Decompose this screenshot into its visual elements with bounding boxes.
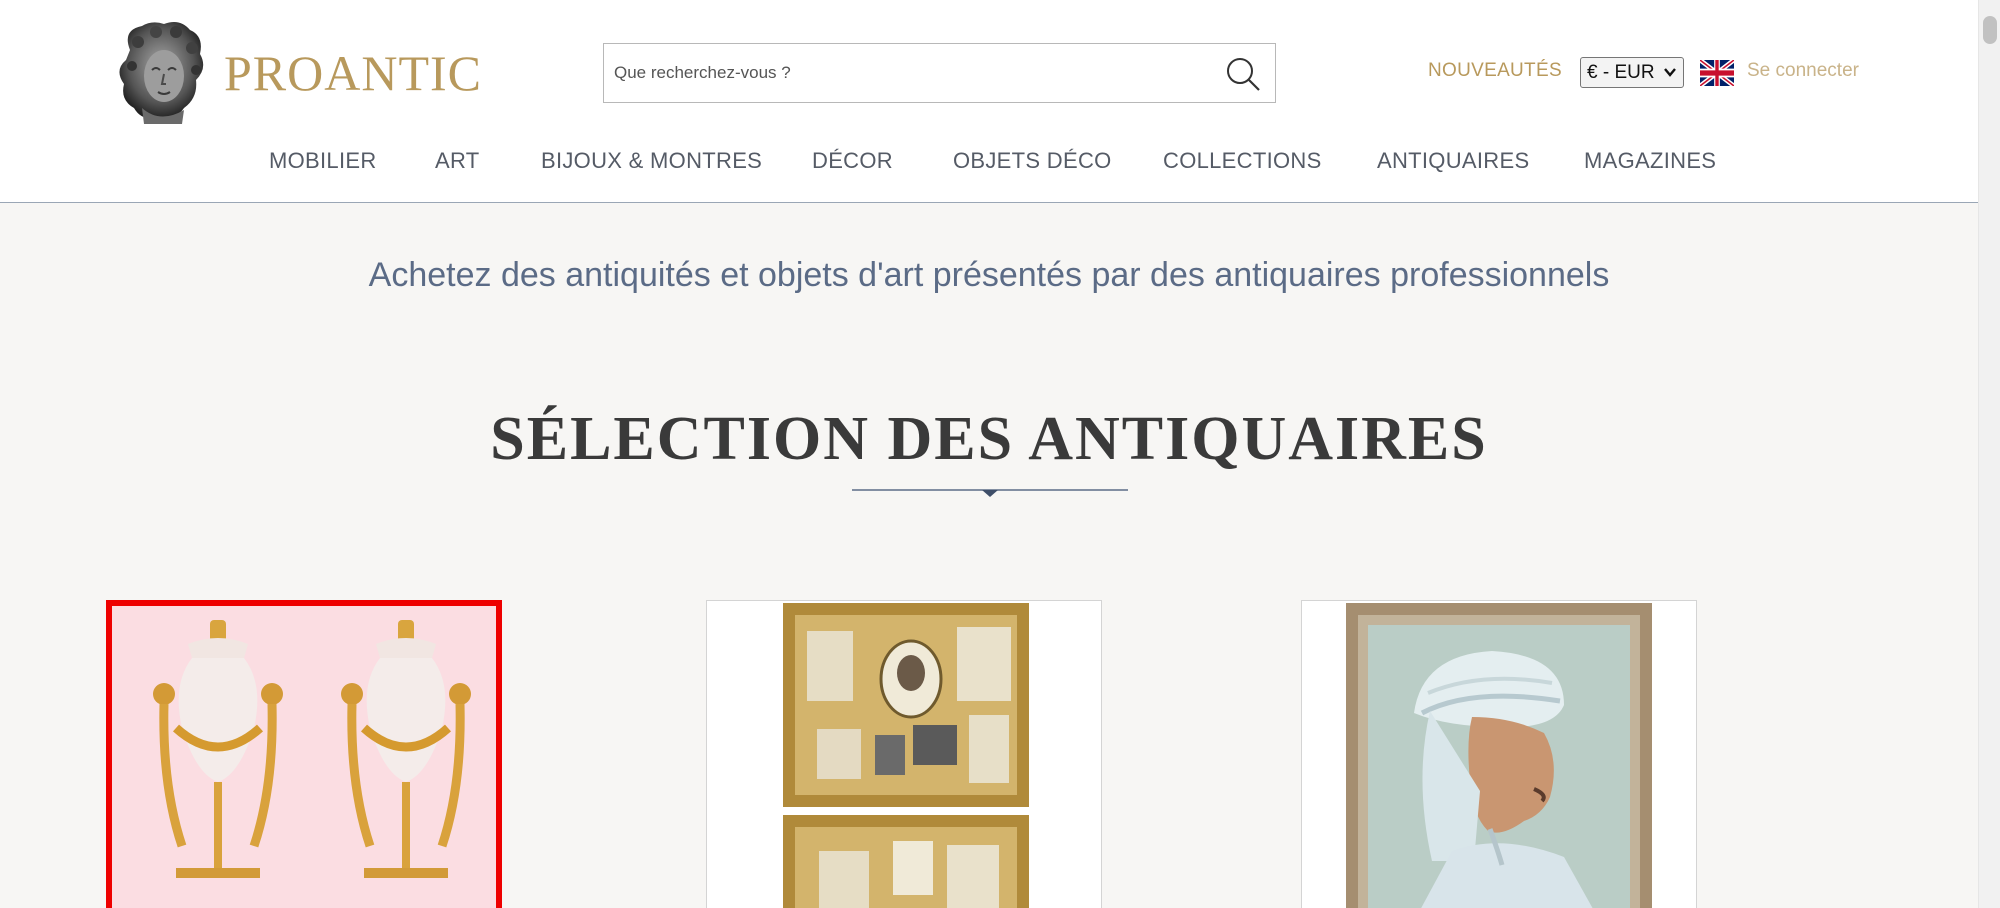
page-tagline: Achetez des antiquités et objets d'art p… [368,256,1610,294]
product-image [707,601,1101,908]
product-card-trompe-loeil[interactable] [706,600,1102,908]
nav-item-objets-deco[interactable]: OBJETS DÉCO [953,148,1112,174]
scrollbar-thumb[interactable] [1983,16,1997,44]
nav-item-collections[interactable]: COLLECTIONS [1163,148,1322,174]
main-nav: MOBILIER ART BIJOUX & MONTRES DÉCOR OBJE… [0,148,1978,178]
nav-item-bijoux-montres[interactable]: BIJOUX & MONTRES [541,148,762,174]
product-image [112,606,496,908]
search-box [603,43,1276,103]
product-image [1302,601,1696,908]
uk-flag-icon[interactable] [1700,60,1734,86]
currency-select-value: € - EUR [1587,61,1655,83]
logo-bust-icon[interactable] [112,20,208,124]
login-link[interactable]: Se connecter [1747,60,1859,82]
search-icon[interactable] [1223,54,1263,94]
search-input[interactable] [614,44,1194,102]
page-scrollbar[interactable] [1978,0,2000,908]
nav-item-antiquaires[interactable]: ANTIQUAIRES [1377,148,1529,174]
brand-wordmark[interactable]: PROANTIC [224,44,482,102]
nav-item-magazines[interactable]: MAGAZINES [1584,148,1716,174]
nav-item-decor[interactable]: DÉCOR [812,148,893,174]
chevron-down-icon [1664,68,1676,77]
page: PROANTIC NOUVEAUTÉS € - EUR Se connecter [0,0,2000,908]
product-card-portrait-turban[interactable] [1301,600,1697,908]
nav-item-mobilier[interactable]: MOBILIER [269,148,377,174]
section-title: SÉLECTION DES ANTIQUAIRES [490,405,1488,473]
nav-item-art[interactable]: ART [435,148,480,174]
new-arrivals-link[interactable]: NOUVEAUTÉS [1428,60,1562,82]
currency-select[interactable]: € - EUR [1580,57,1684,88]
product-card-cassolettes[interactable] [106,600,502,908]
section-divider [852,489,1128,497]
site-header: PROANTIC NOUVEAUTÉS € - EUR Se connecter [0,0,1978,203]
